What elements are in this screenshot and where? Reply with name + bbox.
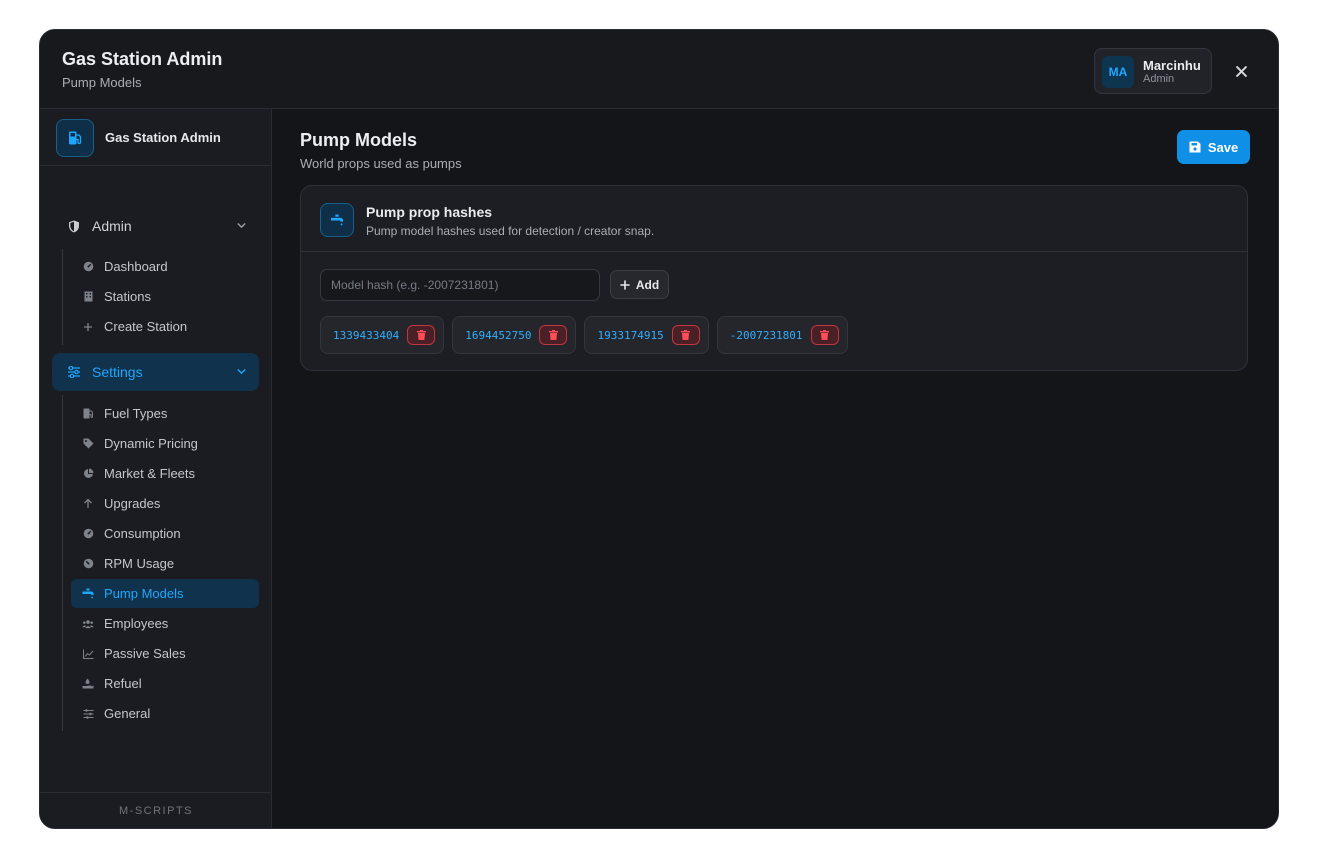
sidebar-item-label: Create Station — [104, 319, 188, 334]
gauge-icon — [82, 528, 94, 539]
line-chart-icon — [82, 649, 94, 659]
sidebar-item-label: Market & Fleets — [104, 466, 196, 481]
sidebar-item-label: RPM Usage — [104, 556, 175, 571]
tags-icon — [82, 438, 94, 449]
sidebar-item-employees[interactable]: Employees — [71, 609, 259, 638]
user-name: Marcinhu — [1143, 58, 1201, 73]
user-chip[interactable]: MA Marcinhu Admin — [1094, 48, 1212, 94]
chevron-down-icon — [237, 369, 246, 375]
hash-chip: -2007231801 — [716, 316, 848, 354]
nav-rail — [62, 395, 63, 731]
sidebar-item-upgrades[interactable]: Upgrades — [71, 489, 259, 518]
app-window: Gas Station Admin Pump Models MA Marcinh… — [39, 29, 1279, 829]
save-button[interactable]: Save — [1177, 130, 1250, 164]
plus-icon — [620, 279, 630, 290]
sidebar-item-rpm-usage[interactable]: RPM Usage — [71, 549, 259, 578]
floppy-disk-icon — [1189, 141, 1201, 153]
shield-icon — [66, 220, 82, 233]
sidebar-item-general[interactable]: General — [71, 699, 259, 728]
app-title: Gas Station Admin — [62, 49, 223, 69]
users-icon — [82, 619, 94, 629]
sidebar-item-label: Consumption — [104, 526, 181, 541]
sidebar-item-consumption[interactable]: Consumption — [71, 519, 259, 548]
sidebar-item-label: Pump Models — [104, 586, 184, 601]
app-subtitle: Pump Models — [62, 75, 142, 90]
sidebar-item-fuel-types[interactable]: Fuel Types — [71, 399, 259, 428]
chevron-down-icon — [237, 223, 246, 229]
sidebar-item-label: Stations — [104, 289, 151, 304]
sidebar-item-label: Fuel Types — [104, 406, 168, 421]
sidebar-footer: M-SCRIPTS — [40, 792, 272, 828]
fuel-icon — [82, 408, 94, 419]
close-icon — [1235, 65, 1247, 77]
sidebar-item-market-fleets[interactable]: Market & Fleets — [71, 459, 259, 488]
main-content: Pump Models World props used as pumps Sa… — [273, 109, 1278, 828]
sidebar-item-create-station[interactable]: Create Station — [71, 312, 259, 341]
hash-list: 1339433404 1694452750 1933174915 -200723… — [320, 316, 848, 354]
faucet-icon — [320, 203, 354, 237]
delete-hash-button[interactable] — [407, 325, 436, 345]
trash-icon — [548, 330, 558, 340]
sidebar-item-pump-models[interactable]: Pump Models — [71, 579, 259, 608]
gauge-icon — [82, 558, 94, 569]
top-bar: Gas Station Admin Pump Models MA Marcinh… — [40, 30, 1278, 109]
pie-chart-icon — [82, 468, 94, 479]
nav-rail — [62, 249, 63, 345]
sidebar-group-settings[interactable]: Settings — [52, 353, 259, 391]
page-title: Pump Models — [300, 130, 418, 150]
sidebar-group-admin[interactable]: Admin — [52, 207, 259, 245]
user-role: Admin — [1143, 73, 1175, 85]
sliders-icon — [66, 366, 82, 378]
sidebar-item-label: Dashboard — [104, 259, 168, 274]
hash-value: -2007231801 — [729, 328, 803, 342]
pump-hashes-card: Pump prop hashes Pump model hashes used … — [300, 185, 1248, 371]
trash-icon — [416, 330, 426, 340]
sidebar-item-refuel[interactable]: Refuel — [71, 669, 259, 698]
sidebar-item-passive-sales[interactable]: Passive Sales — [71, 639, 259, 668]
sidebar-item-label: Employees — [104, 616, 169, 631]
sliders-icon — [82, 708, 94, 719]
arrow-up-icon — [82, 498, 94, 509]
model-hash-input[interactable] — [320, 269, 600, 301]
sidebar-item-label: Refuel — [104, 676, 142, 691]
save-button-label: Save — [1207, 139, 1239, 155]
building-icon — [82, 291, 94, 302]
avatar: MA — [1102, 56, 1134, 88]
hash-chip: 1694452750 — [452, 316, 577, 354]
faucet-icon — [82, 588, 94, 599]
sidebar-item-label: Dynamic Pricing — [104, 436, 198, 451]
sidebar-item-label: Passive Sales — [104, 646, 186, 661]
sidebar-item-stations[interactable]: Stations — [71, 282, 259, 311]
trash-icon — [681, 330, 691, 340]
plus-icon — [82, 322, 94, 332]
gauge-icon — [82, 261, 94, 272]
close-button[interactable] — [1230, 60, 1252, 82]
add-button[interactable]: Add — [610, 270, 669, 299]
sidebar-item-dynamic-pricing[interactable]: Dynamic Pricing — [71, 429, 259, 458]
hash-chip: 1339433404 — [320, 316, 445, 354]
trash-icon — [820, 330, 830, 340]
hash-value: 1339433404 — [333, 328, 400, 342]
sidebar-item-label: General — [104, 706, 151, 721]
card-subtitle: Pump model hashes used for detection / c… — [366, 224, 655, 238]
sidebar-brand: Gas Station Admin — [40, 109, 272, 166]
hash-value: 1694452750 — [465, 328, 532, 342]
delete-hash-button[interactable] — [671, 325, 700, 345]
delete-hash-button[interactable] — [810, 325, 839, 345]
sidebar-item-dashboard[interactable]: Dashboard — [71, 252, 259, 281]
sidebar-brand-name: Gas Station Admin — [105, 130, 221, 145]
sidebar-item-label: Upgrades — [104, 496, 161, 511]
sidebar: Gas Station Admin Admin Dashboard Statio… — [40, 109, 272, 828]
sidebar-group-label: Settings — [92, 364, 143, 380]
delete-hash-button[interactable] — [539, 325, 568, 345]
gas-pump-icon — [56, 119, 94, 157]
hash-chip: 1933174915 — [584, 316, 709, 354]
hash-value: 1933174915 — [597, 328, 664, 342]
sidebar-group-label: Admin — [92, 218, 132, 234]
card-header: Pump prop hashes Pump model hashes used … — [301, 186, 1247, 252]
add-button-label: Add — [635, 277, 660, 292]
card-title: Pump prop hashes — [366, 204, 493, 220]
page-subtitle: World props used as pumps — [300, 156, 462, 171]
hand-holding-icon — [82, 678, 94, 689]
